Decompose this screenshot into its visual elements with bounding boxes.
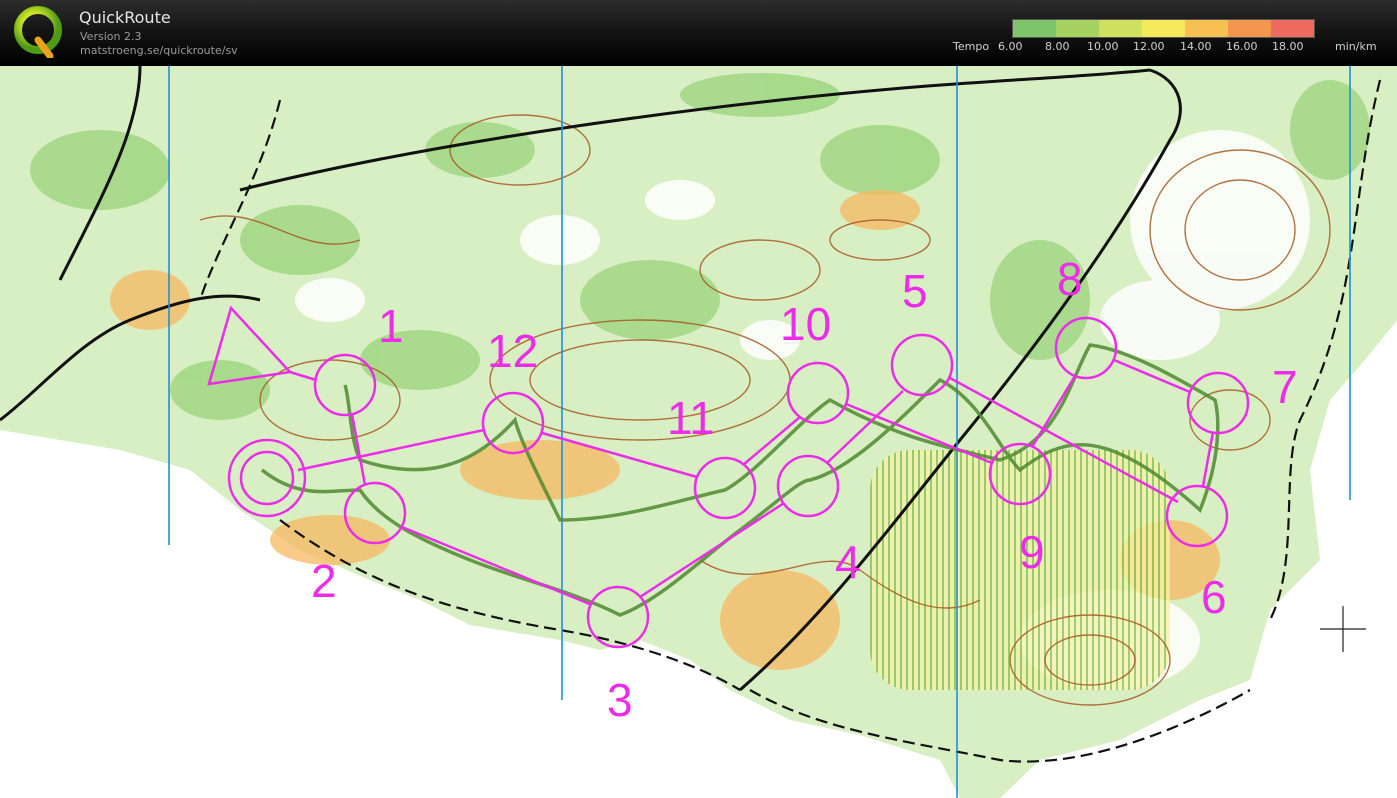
crosshair-cursor-icon — [1320, 606, 1366, 652]
control-number: 2 — [311, 555, 337, 607]
control-number: 3 — [607, 674, 633, 726]
app-version: Version 2.3 — [80, 30, 142, 43]
control-number: 11 — [667, 392, 715, 444]
tempo-tick: 8.00 — [1045, 40, 1070, 53]
tempo-color-swatch — [1185, 20, 1228, 37]
quickroute-logo-icon — [14, 6, 62, 58]
tempo-tick: 18.00 — [1272, 40, 1304, 53]
control-number: 10 — [780, 298, 831, 350]
tempo-color-swatch — [1228, 20, 1271, 37]
control-number: 7 — [1272, 361, 1298, 413]
control-number: 12 — [487, 325, 538, 377]
control-number: 4 — [835, 536, 861, 588]
tempo-label: Tempo — [953, 40, 990, 53]
tempo-color-scale — [1012, 19, 1315, 38]
tempo-tick: 12.00 — [1133, 40, 1165, 53]
tempo-color-swatch — [1056, 20, 1099, 37]
tempo-tick: 16.00 — [1226, 40, 1258, 53]
control-number: 6 — [1201, 571, 1227, 623]
control-number: 5 — [902, 265, 928, 317]
app-title: QuickRoute — [79, 8, 171, 27]
control-number: 9 — [1019, 526, 1045, 578]
app-url: matstroeng.se/quickroute/sv — [80, 44, 238, 57]
tempo-tick: 14.00 — [1180, 40, 1212, 53]
tempo-color-swatch — [1099, 20, 1142, 37]
tempo-tick: 10.00 — [1087, 40, 1119, 53]
tempo-color-swatch — [1142, 20, 1185, 37]
tempo-color-swatch — [1013, 20, 1056, 37]
app-header: QuickRoute Version 2.3 matstroeng.se/qui… — [0, 0, 1397, 66]
tempo-tick: 6.00 — [998, 40, 1023, 53]
control-number: 1 — [378, 300, 404, 352]
control-number: 8 — [1057, 253, 1083, 305]
tempo-color-swatch — [1271, 20, 1314, 37]
orienteering-map[interactable]: 1 2 3 4 5 6 7 8 9 10 11 12 — [0, 66, 1397, 798]
tempo-unit: min/km — [1335, 40, 1377, 53]
